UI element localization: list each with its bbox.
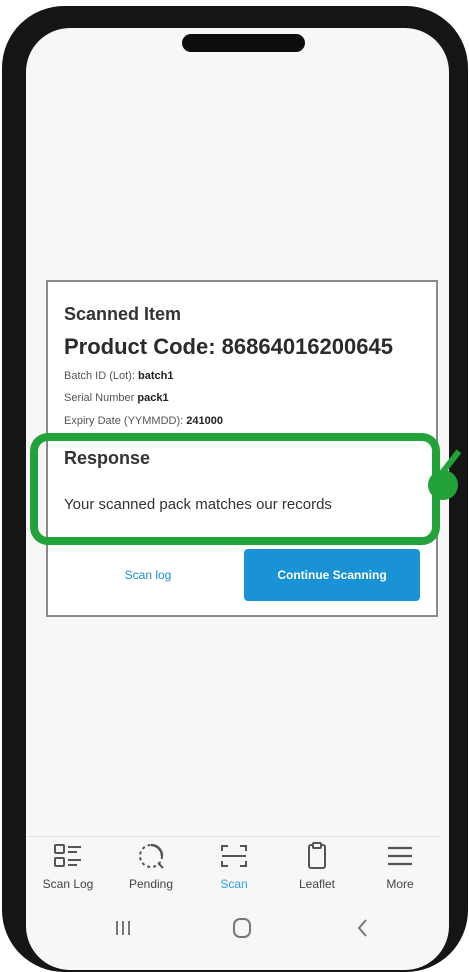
- pending-icon: [139, 843, 164, 869]
- recent-apps-icon[interactable]: [108, 914, 138, 942]
- nav-item-scan-log[interactable]: Scan Log: [28, 836, 108, 906]
- scan-log-icon: [54, 844, 81, 867]
- nav-item-leaflet[interactable]: Leaflet: [277, 836, 357, 906]
- nav-label-scan-log: Scan Log: [42, 877, 94, 891]
- nav-label-leaflet: Leaflet: [298, 877, 336, 891]
- leaflet-icon: [308, 842, 326, 869]
- expiry-date-row: Expiry Date (YYMMDD): 241000: [64, 415, 223, 427]
- serial-number-row: Serial Number pack1: [64, 392, 169, 404]
- back-icon[interactable]: [348, 914, 378, 942]
- nav-label-pending: Pending: [128, 877, 174, 891]
- bottom-navigation: Scan Log Pending Scan Leaflet More: [28, 836, 440, 906]
- menu-icon: [388, 846, 412, 866]
- nav-label-scan: Scan: [220, 877, 248, 891]
- nav-item-scan[interactable]: Scan: [194, 836, 274, 906]
- expiry-date-label: Expiry Date (YYMMDD):: [64, 415, 184, 427]
- scan-icon: [221, 845, 247, 867]
- home-icon[interactable]: [227, 914, 257, 942]
- system-navigation-bar: [28, 906, 440, 950]
- camera-notch: [182, 34, 305, 52]
- expiry-date-value: 241000: [186, 415, 223, 427]
- callout-dot: [428, 470, 458, 500]
- card-title: Scanned Item: [64, 304, 182, 324]
- batch-id-value: batch1: [137, 370, 174, 382]
- continue-scanning-button[interactable]: Continue Scanning: [244, 549, 420, 601]
- serial-number-value: pack1: [137, 392, 169, 404]
- nav-item-pending[interactable]: Pending: [111, 836, 191, 906]
- batch-id-row: Batch ID (Lot): batch1: [64, 370, 173, 382]
- scan-log-button[interactable]: Scan log: [60, 549, 236, 601]
- serial-number-label: Serial Number: [64, 392, 135, 404]
- batch-id-label: Batch ID (Lot):: [64, 370, 135, 382]
- response-highlight-box: [30, 433, 440, 545]
- product-code: Product Code: 86864016200645: [64, 334, 393, 359]
- nav-label-more: More: [386, 877, 414, 891]
- nav-item-more[interactable]: More: [360, 836, 440, 906]
